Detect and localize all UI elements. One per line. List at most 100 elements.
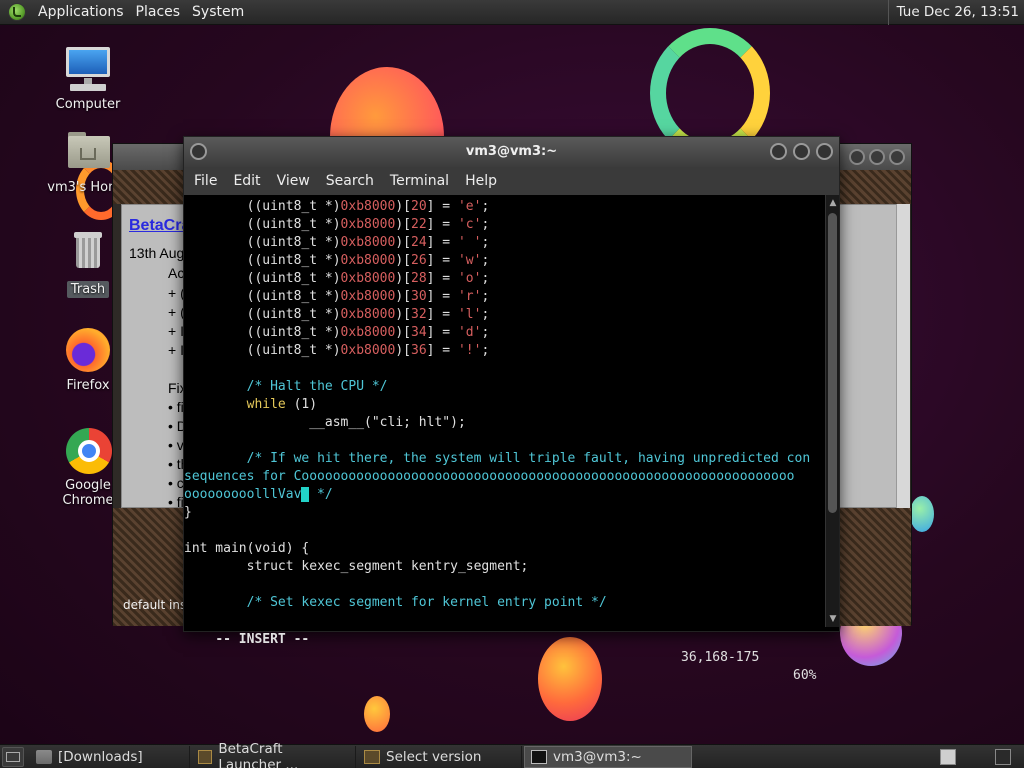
while-keyword: while bbox=[246, 397, 286, 412]
taskbar-select-version[interactable]: Select version bbox=[358, 745, 522, 768]
address-literal: 0xb8000 bbox=[340, 343, 396, 358]
places-menu[interactable]: Places bbox=[130, 4, 187, 20]
java-icon bbox=[364, 749, 380, 764]
news-date: 13th Aug bbox=[129, 245, 185, 261]
scrollbar-thumb[interactable] bbox=[828, 213, 837, 513]
news-line: + I bbox=[168, 342, 184, 358]
char-literal: 'c' bbox=[457, 217, 482, 232]
char-literal: 'o' bbox=[457, 271, 482, 286]
set-comment: /* Set kexec segment for kernel entry po… bbox=[246, 595, 607, 610]
taskbar-downloads[interactable]: [Downloads] bbox=[30, 745, 190, 768]
while-arg: (1) bbox=[293, 397, 318, 412]
struct-line: struct kexec_segment kentry_segment; bbox=[246, 559, 529, 574]
maximize-icon[interactable] bbox=[869, 149, 885, 165]
news-line: • fi bbox=[168, 399, 184, 415]
vim-status-line: -- INSERT -- 36,168-175 60% bbox=[184, 613, 825, 683]
task-label: BetaCraft Launcher ... bbox=[218, 740, 299, 768]
scroll-up-icon[interactable]: ▲ bbox=[827, 197, 839, 209]
code-line: while (1) bbox=[184, 396, 825, 414]
workspace-1[interactable] bbox=[940, 749, 956, 765]
code-line: /* If we hit there, the system will trip… bbox=[184, 450, 825, 468]
show-desktop-icon[interactable] bbox=[2, 746, 24, 767]
terminal-menubar: File Edit View Search Terminal Help bbox=[184, 167, 839, 195]
taskbar-terminal[interactable]: vm3@vm3:~ bbox=[524, 745, 692, 768]
task-label: vm3@vm3:~ bbox=[553, 748, 642, 765]
vga-write-block: ((uint8_t *)0xb8000)[20] = 'e'; ((uint8_… bbox=[184, 198, 825, 360]
code-line: ooooooooolllVav */ bbox=[184, 486, 825, 504]
asm-line: __asm__("cli; hlt"); bbox=[309, 415, 466, 430]
desktop-icon-computer[interactable]: Computer bbox=[40, 45, 136, 112]
fault-comment-1: /* If we hit there, the system will trip… bbox=[246, 451, 811, 466]
computer-label: Computer bbox=[55, 97, 121, 112]
char-literal: 'e' bbox=[457, 199, 482, 214]
vga-write-line: ((uint8_t *)0xb8000)[30] = 'r'; bbox=[184, 289, 490, 304]
code-line: int main(void) { bbox=[184, 541, 310, 556]
code-line: } bbox=[184, 505, 192, 520]
terminal-text-area[interactable]: ((uint8_t *)0xb8000)[20] = 'e'; ((uint8_… bbox=[184, 195, 825, 627]
address-literal: 0xb8000 bbox=[340, 289, 396, 304]
applications-menu[interactable]: Applications bbox=[32, 4, 130, 20]
index-literal: 24 bbox=[411, 235, 427, 250]
index-literal: 28 bbox=[411, 271, 427, 286]
vga-write-line: ((uint8_t *)0xb8000)[28] = 'o'; bbox=[184, 271, 490, 286]
wallpaper-bubble-blue bbox=[910, 496, 934, 532]
vga-write-line: ((uint8_t *)0xb8000)[22] = 'c'; bbox=[184, 217, 490, 232]
address-literal: 0xb8000 bbox=[340, 325, 396, 340]
taskbar-betacraft[interactable]: BetaCraft Launcher ... bbox=[192, 741, 356, 768]
mate-logo-icon[interactable] bbox=[8, 3, 26, 21]
workspace-2[interactable] bbox=[995, 749, 1011, 765]
system-menu[interactable]: System bbox=[186, 4, 250, 20]
char-literal: 'l' bbox=[457, 307, 482, 322]
task-label: Select version bbox=[386, 748, 482, 765]
maximize-icon[interactable] bbox=[793, 143, 810, 160]
panel-clock[interactable]: Tue Dec 26, 13:51 bbox=[887, 0, 1019, 25]
minimize-icon[interactable] bbox=[849, 149, 865, 165]
wallpaper-bubble-bottom bbox=[538, 637, 602, 721]
terminal-title: vm3@vm3:~ bbox=[465, 144, 558, 159]
terminal-window[interactable]: vm3@vm3:~ File Edit View Search Terminal… bbox=[183, 136, 840, 683]
folder-icon bbox=[36, 749, 52, 764]
terminal-titlebar[interactable]: vm3@vm3:~ bbox=[184, 137, 839, 167]
address-literal: 0xb8000 bbox=[340, 271, 396, 286]
cursor-position: 36,168-175 bbox=[681, 650, 760, 665]
window-menu-icon[interactable] bbox=[190, 143, 207, 160]
code-line: /* Halt the CPU */ bbox=[184, 378, 825, 396]
scroll-down-icon[interactable]: ▼ bbox=[827, 613, 839, 625]
close-icon[interactable] bbox=[889, 149, 905, 165]
fault-comment-3a: ooooooooolllVav bbox=[184, 487, 302, 502]
bottom-panel: [Downloads] BetaCraft Launcher ... Selec… bbox=[0, 741, 1024, 768]
computer-icon bbox=[64, 45, 112, 93]
betacraft-status-text: default ins bbox=[123, 598, 187, 612]
vga-write-line: ((uint8_t *)0xb8000)[32] = 'l'; bbox=[184, 307, 490, 322]
code-line: sequences for Cooooooooooooooooooooooooo… bbox=[184, 469, 795, 484]
menu-file[interactable]: File bbox=[188, 173, 225, 189]
menu-edit[interactable]: Edit bbox=[227, 173, 268, 189]
minimize-icon[interactable] bbox=[770, 143, 787, 160]
index-literal: 20 bbox=[411, 199, 427, 214]
news-line: • v bbox=[168, 437, 184, 453]
terminal-scrollbar[interactable]: ▲ ▼ bbox=[825, 195, 839, 627]
chrome-icon bbox=[64, 426, 112, 474]
index-literal: 30 bbox=[411, 289, 427, 304]
menu-terminal[interactable]: Terminal bbox=[384, 173, 457, 189]
menu-search[interactable]: Search bbox=[320, 173, 382, 189]
fault-comment-3b: */ bbox=[309, 487, 333, 502]
close-icon[interactable] bbox=[816, 143, 833, 160]
top-menu: Applications Places System bbox=[32, 0, 250, 25]
news-line: • fi bbox=[168, 494, 184, 510]
news-scrollbar[interactable] bbox=[896, 204, 910, 508]
news-line: + I bbox=[168, 323, 184, 339]
news-line: • c bbox=[168, 475, 184, 491]
trash-icon bbox=[64, 230, 112, 278]
address-literal: 0xb8000 bbox=[340, 217, 396, 232]
char-literal: ' ' bbox=[457, 235, 482, 250]
vga-write-line: ((uint8_t *)0xb8000)[20] = 'e'; bbox=[184, 199, 490, 214]
menu-help[interactable]: Help bbox=[459, 173, 505, 189]
menu-view[interactable]: View bbox=[271, 173, 318, 189]
task-label: [Downloads] bbox=[58, 748, 143, 765]
index-literal: 36 bbox=[411, 343, 427, 358]
index-literal: 22 bbox=[411, 217, 427, 232]
